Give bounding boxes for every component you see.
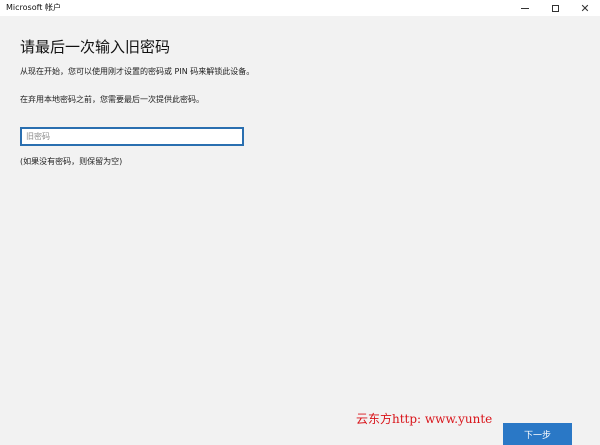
description-text-1: 从现在开始，您可以使用刚才设置的密码或 PIN 码来解锁此设备。 (20, 67, 255, 76)
main-content: 请最后一次输入旧密码 从现在开始，您可以使用刚才设置的密码或 PIN 码来解锁此… (0, 16, 600, 445)
description-text-2: 在弃用本地密码之前，您需要最后一次提供此密码。 (20, 95, 204, 104)
watermark-text: 云东方http: www.yunte (356, 412, 493, 426)
dialog-window: Microsoft 帐户 ✕ 请最后一次输入旧密码 从现在开始，您可以使用刚才设… (0, 0, 600, 445)
empty-password-hint: (如果没有密码，则保留为空) (20, 157, 123, 166)
page-title: 请最后一次输入旧密码 (20, 38, 171, 56)
minimize-button[interactable] (510, 0, 540, 16)
maximize-button[interactable] (540, 0, 570, 16)
maximize-icon (551, 4, 559, 12)
next-button[interactable]: 下一步 (503, 423, 572, 445)
close-icon: ✕ (580, 1, 590, 15)
window-title: Microsoft 帐户 (6, 3, 61, 12)
title-bar[interactable]: Microsoft 帐户 ✕ (0, 0, 600, 16)
minimize-icon (521, 7, 529, 9)
old-password-input[interactable] (20, 127, 244, 146)
close-button[interactable]: ✕ (570, 0, 600, 16)
